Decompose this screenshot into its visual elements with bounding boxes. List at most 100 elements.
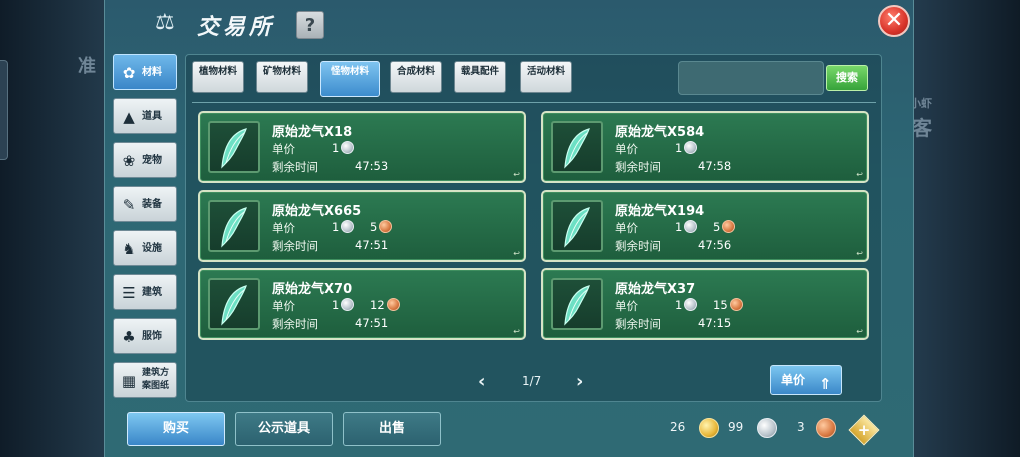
next-page-button[interactable]: › — [576, 371, 583, 392]
silver-price: 1 — [675, 298, 698, 312]
background-text-right: 客 — [912, 116, 932, 140]
sort-by-price-button[interactable]: 单价 ⇑ — [770, 365, 842, 395]
time-remaining: 47:56 — [698, 238, 732, 252]
gold-amount: 26 — [670, 420, 686, 434]
item-name: 原始龙气X584 — [615, 125, 705, 140]
dragon-essence-icon — [551, 200, 603, 252]
tab-vehicle-parts[interactable]: 载具配件 — [454, 61, 506, 93]
listing-card[interactable]: 原始龙气X665 单价 1 5 剩余时间 47:51 ↩ — [198, 190, 526, 262]
listing-card[interactable]: 原始龙气X18 单价 1 剩余时间 47:53 ↩ — [198, 111, 526, 183]
sidebar-item-label: 材料 — [142, 67, 162, 78]
exchange-window: ⚖ 交易所 ? ✕ ✿ 材料 ▲ 道具 ❀ 宠物 ✎ 装备 ♞ 设施 ☰ 建筑 — [104, 0, 914, 457]
price-label: 单价 — [272, 221, 295, 235]
sidebar-item-label: 建筑 — [142, 287, 162, 298]
item-name: 原始龙气X194 — [615, 204, 705, 219]
price-label: 单价 — [272, 142, 295, 156]
tab-event-materials[interactable]: 活动材料 — [520, 61, 572, 93]
time-label: 剩余时间 — [272, 317, 318, 331]
title-bar: ⚖ 交易所 ? — [105, 0, 915, 48]
dragon-essence-icon — [551, 121, 603, 173]
item-name: 原始龙气X37 — [615, 282, 696, 297]
sidebar-item-buildings[interactable]: ☰ 建筑 — [113, 274, 177, 310]
copper-price: 5 — [370, 220, 393, 234]
help-button[interactable]: ? — [296, 11, 324, 39]
corner-mark-icon: ↩ — [513, 170, 520, 179]
search-button[interactable]: 搜索 — [826, 65, 868, 91]
copper-coin-icon — [816, 418, 836, 438]
price-label: 单价 — [615, 221, 638, 235]
category-sidebar: ✿ 材料 ▲ 道具 ❀ 宠物 ✎ 装备 ♞ 设施 ☰ 建筑 ♣ 服饰 ▦ 建筑方 — [113, 54, 177, 406]
corner-mark-icon: ↩ — [856, 170, 863, 179]
time-label: 剩余时间 — [272, 160, 318, 174]
dragon-essence-icon — [208, 200, 260, 252]
listing-card[interactable]: 原始龙气X194 单价 1 5 剩余时间 47:56 ↩ — [541, 190, 869, 262]
corner-mark-icon: ↩ — [856, 327, 863, 336]
gold-coin-icon — [699, 418, 719, 438]
dragon-essence-icon — [208, 121, 260, 173]
copper-value: 15 — [713, 298, 728, 312]
tab-monster-materials[interactable]: 怪物材料 — [320, 61, 380, 97]
corner-mark-icon: ↩ — [513, 327, 520, 336]
wall-icon: ☰ — [122, 284, 136, 302]
silver-coin-icon — [341, 141, 355, 154]
listing-card[interactable]: 原始龙气X584 单价 1 剩余时间 47:58 ↩ — [541, 111, 869, 183]
price-label: 单价 — [615, 299, 638, 313]
silver-coin-icon — [684, 141, 698, 154]
tab-mineral-materials[interactable]: 矿物材料 — [256, 61, 308, 93]
silver-price: 1 — [675, 220, 698, 234]
silver-value: 1 — [332, 298, 340, 312]
sidebar-item-label: 装备 — [142, 199, 162, 210]
copper-price: 15 — [713, 298, 743, 312]
sidebar-item-equipment[interactable]: ✎ 装备 — [113, 186, 177, 222]
listing-card[interactable]: 原始龙气X70 单价 1 12 剩余时间 47:51 ↩ — [198, 268, 526, 340]
item-name: 原始龙气X70 — [272, 282, 353, 297]
horse-icon: ♞ — [122, 240, 136, 258]
public-items-button[interactable]: 公示道具 — [235, 412, 333, 446]
sidebar-item-label: 道具 — [142, 111, 162, 122]
copper-price: 5 — [713, 220, 736, 234]
tab-plant-materials[interactable]: 植物材料 — [192, 61, 244, 93]
silver-value: 1 — [332, 141, 340, 155]
listing-panel: 植物材料 矿物材料 怪物材料 合成材料 载具配件 活动材料 搜索 原始龙气X18… — [185, 54, 882, 402]
silver-amount: 99 — [728, 420, 744, 434]
blueprint-icon: ▦ — [121, 372, 137, 390]
silver-price: 1 — [675, 141, 698, 155]
copper-value: 12 — [370, 298, 385, 312]
search-input[interactable] — [678, 61, 824, 95]
page-indicator: 1/7 — [522, 374, 542, 388]
add-currency-button[interactable]: + — [848, 414, 880, 446]
silver-value: 1 — [675, 141, 683, 155]
sidebar-item-materials[interactable]: ✿ 材料 — [113, 54, 177, 90]
time-label: 剩余时间 — [615, 239, 661, 253]
sidebar-item-label: 设施 — [142, 243, 162, 254]
sidebar-item-clothing[interactable]: ♣ 服饰 — [113, 318, 177, 354]
silver-coin-icon — [341, 220, 355, 233]
paw-cluster-icon: ✿ — [122, 64, 136, 82]
sidebar-item-blueprints[interactable]: ▦ 建筑方案图纸 — [113, 362, 177, 398]
tab-synthesis-materials[interactable]: 合成材料 — [390, 61, 442, 93]
buy-button[interactable]: 购买 — [127, 412, 225, 446]
sidebar-item-props[interactable]: ▲ 道具 — [113, 98, 177, 134]
item-name: 原始龙气X18 — [272, 125, 353, 140]
time-remaining: 47:51 — [355, 316, 389, 330]
pen-icon: ✎ — [122, 196, 136, 214]
silver-price: 1 — [332, 220, 355, 234]
sort-up-icon: ⇑ — [819, 375, 832, 393]
corner-mark-icon: ↩ — [856, 249, 863, 258]
close-button[interactable]: ✕ — [878, 5, 910, 37]
listing-card[interactable]: 原始龙气X37 单价 1 15 剩余时间 47:15 ↩ — [541, 268, 869, 340]
sidebar-item-pets[interactable]: ❀ 宠物 — [113, 142, 177, 178]
silver-coin-icon — [684, 220, 698, 233]
copper-value: 5 — [370, 220, 378, 234]
sidebar-item-facilities[interactable]: ♞ 设施 — [113, 230, 177, 266]
item-name: 原始龙气X665 — [272, 204, 362, 219]
silver-value: 1 — [675, 298, 683, 312]
sidebar-item-label: 宠物 — [142, 155, 162, 166]
edge-handle[interactable] — [0, 60, 8, 160]
sell-button[interactable]: 出售 — [343, 412, 441, 446]
silver-coin-icon — [757, 418, 777, 438]
corner-mark-icon: ↩ — [513, 249, 520, 258]
scale-icon: ⚖ — [155, 10, 175, 35]
prev-page-button[interactable]: ‹ — [478, 371, 485, 392]
price-label: 单价 — [615, 142, 638, 156]
